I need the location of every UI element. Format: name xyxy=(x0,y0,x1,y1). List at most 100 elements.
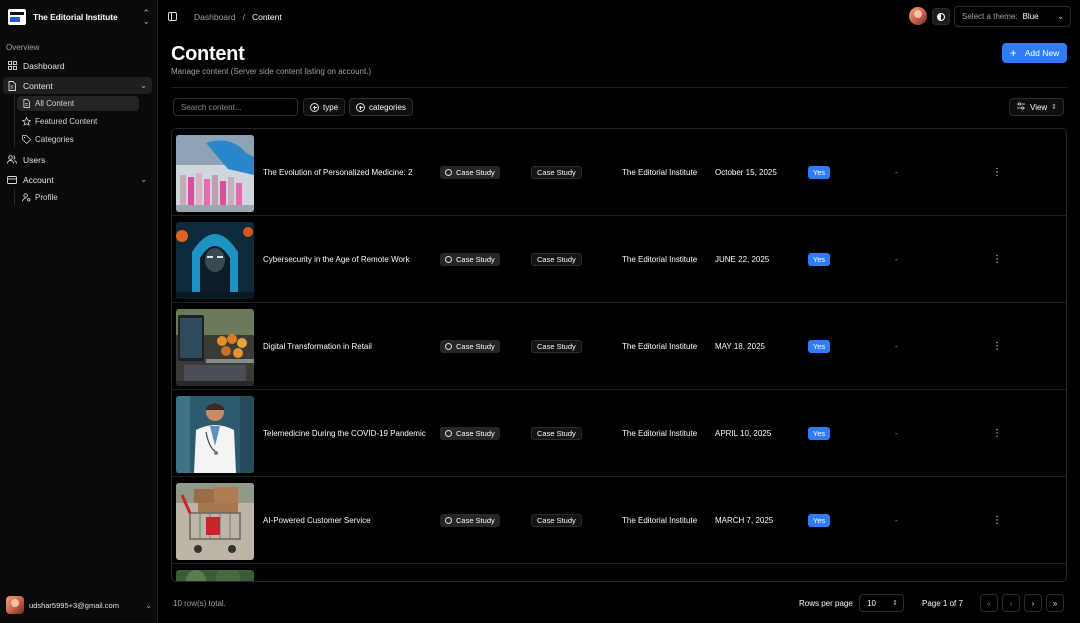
content-author: The Editorial Institute xyxy=(622,429,698,438)
avatar xyxy=(6,596,24,614)
divider xyxy=(171,87,1067,88)
content-title[interactable]: Digital Transformation in Retail xyxy=(263,303,372,390)
section-label: Overview xyxy=(6,43,40,52)
category-badge: Case Study xyxy=(531,340,582,353)
filter-categories-button[interactable]: categories xyxy=(349,98,413,116)
add-new-button[interactable]: + Add New xyxy=(1002,43,1067,63)
category-badge: Case Study xyxy=(531,166,582,179)
dashboard-icon xyxy=(7,61,17,71)
type-badge: Case Study xyxy=(440,427,500,440)
row-actions-icon[interactable]: ⋮ xyxy=(992,129,1002,216)
chevron-up-down-icon: ⌃ ⌄ xyxy=(142,8,150,26)
search-input[interactable] xyxy=(173,98,298,116)
theme-select-label: Select a theme: xyxy=(962,12,1018,21)
user-menu[interactable]: udshar5995+3@gmail.com ⌄ xyxy=(6,595,152,615)
category-badge: Case Study xyxy=(531,253,582,266)
content-extra: - xyxy=(895,516,898,525)
category-badge: Case Study xyxy=(531,514,582,527)
rows-per-page-select[interactable]: 10 ⇕ xyxy=(859,594,904,612)
view-options-button[interactable]: View ⇕ xyxy=(1009,98,1064,116)
featured-badge: Yes xyxy=(808,340,830,353)
sidebar-item-account[interactable]: Account ⌄ xyxy=(3,171,152,188)
first-page-button[interactable]: « xyxy=(980,594,998,612)
sidebar-item-dashboard[interactable]: Dashboard xyxy=(3,57,152,74)
table-row[interactable]: Telemedicine During the COVID-19 Pandemi… xyxy=(172,390,1066,477)
chevron-up-down-icon: ⇕ xyxy=(892,600,898,607)
user-avatar[interactable] xyxy=(909,7,927,25)
sliders-icon xyxy=(1017,102,1025,112)
brand-name: The Editorial Institute xyxy=(33,12,118,22)
featured-badge: Yes xyxy=(808,427,830,440)
page-subtitle: Manage content (Server side content list… xyxy=(171,67,372,76)
sidebar-item-label: Account xyxy=(23,174,54,185)
sidebar-subitem-label: All Content xyxy=(35,99,75,108)
content-author: The Editorial Institute xyxy=(622,342,698,351)
content-title[interactable]: Telemedicine During the COVID-19 Pandemi… xyxy=(263,390,426,477)
rows-per-page-value: 10 xyxy=(867,598,876,608)
content-title[interactable]: AI-Powered Customer Service xyxy=(263,477,371,564)
row-count: 10 row(s) total. xyxy=(173,599,226,608)
sidebar-subitem-label: Profile xyxy=(35,193,58,202)
breadcrumb-separator: / xyxy=(242,12,245,22)
circle-x-icon xyxy=(445,517,452,524)
sidebar-subitem-all-content[interactable]: All Content xyxy=(17,96,139,111)
card-icon xyxy=(7,175,17,185)
last-page-button[interactable]: » xyxy=(1046,594,1064,612)
type-label: Case Study xyxy=(456,255,495,264)
content-title[interactable]: Cybersecurity in the Age of Remote Work xyxy=(263,216,410,303)
sidebar-subitem-label: Featured Content xyxy=(35,117,98,126)
row-actions-icon[interactable]: ⋮ xyxy=(992,477,1002,564)
document-icon xyxy=(21,99,31,109)
row-actions-icon[interactable]: ⋮ xyxy=(992,216,1002,303)
content-date: APRIL 10, 2025 xyxy=(715,429,772,438)
submenu-line xyxy=(14,95,15,147)
sidebar-subitem-label: Categories xyxy=(35,135,74,144)
theme-select[interactable]: Select a theme: Blue ⌄ xyxy=(954,6,1071,27)
table-row[interactable]: The Evolution of Personalized Medicine: … xyxy=(172,129,1066,216)
table-row[interactable]: AI-Powered Customer Service Case Study C… xyxy=(172,477,1066,564)
content-date: October 15, 2025 xyxy=(715,168,777,177)
circle-x-icon xyxy=(445,169,452,176)
circle-x-icon xyxy=(445,256,452,263)
content-thumbnail xyxy=(176,483,254,560)
sidebar-item-label: Content xyxy=(23,80,53,91)
rows-per-page-label: Rows per page xyxy=(799,599,853,608)
filter-type-button[interactable]: type xyxy=(303,98,346,116)
table-row[interactable]: Cybersecurity in the Age of Remote Work … xyxy=(172,216,1066,303)
sidebar-item-content[interactable]: Content ⌄ xyxy=(3,77,152,94)
row-actions-icon[interactable]: ⋮ xyxy=(992,390,1002,477)
next-page-button[interactable]: › xyxy=(1024,594,1042,612)
sidebar-item-label: Users xyxy=(23,154,46,165)
chevron-up-down-icon: ⌄ xyxy=(145,600,152,610)
table-row[interactable] xyxy=(172,564,1066,581)
sidebar-toggle-icon[interactable] xyxy=(168,12,177,21)
type-badge: Case Study xyxy=(440,166,500,179)
content-thumbnail xyxy=(176,396,254,473)
chevron-up-down-icon: ⇕ xyxy=(1051,104,1057,111)
submenu-line xyxy=(14,189,15,205)
user-cog-icon xyxy=(21,193,31,203)
page-info: Page 1 of 7 xyxy=(922,599,963,608)
type-badge: Case Study xyxy=(440,340,500,353)
previous-page-button[interactable]: ‹ xyxy=(1002,594,1020,612)
brand-switcher[interactable]: The Editorial Institute ⌃ ⌄ xyxy=(8,8,150,26)
brand-logo xyxy=(8,9,26,25)
sidebar-subitem-categories[interactable]: Categories xyxy=(17,132,139,147)
page-title: Content xyxy=(171,43,245,65)
content-thumbnail xyxy=(176,570,254,581)
sidebar-subitem-profile[interactable]: Profile xyxy=(17,190,139,205)
type-label: Case Study xyxy=(456,168,495,177)
theme-mode-toggle[interactable] xyxy=(932,8,950,25)
plus-circle-icon xyxy=(310,102,319,112)
chevron-left-icon: ‹ xyxy=(1009,598,1013,608)
content-extra: - xyxy=(895,429,898,438)
row-actions-icon[interactable]: ⋮ xyxy=(992,303,1002,390)
circle-x-icon xyxy=(445,430,452,437)
table-row[interactable]: Digital Transformation in Retail Case St… xyxy=(172,303,1066,390)
breadcrumb-root[interactable]: Dashboard xyxy=(194,12,236,22)
sidebar-item-users[interactable]: Users xyxy=(3,151,152,168)
user-email: udshar5995+3@gmail.com xyxy=(29,600,119,610)
content-title[interactable]: The Evolution of Personalized Medicine: … xyxy=(263,129,412,216)
sidebar-subitem-featured-content[interactable]: Featured Content xyxy=(17,114,139,129)
circle-x-icon xyxy=(445,343,452,350)
